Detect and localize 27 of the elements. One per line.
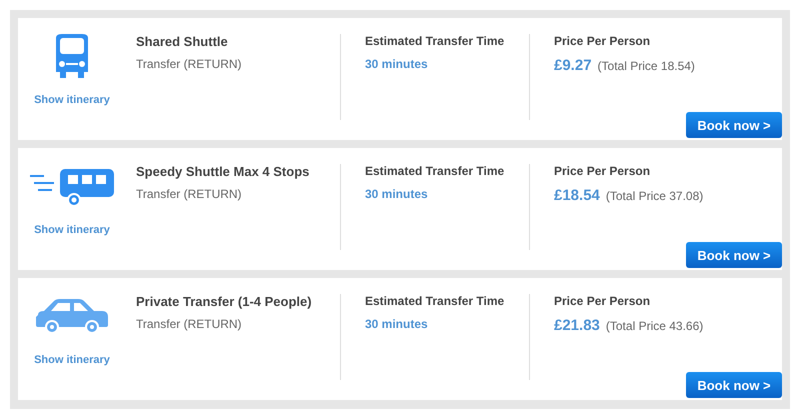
transfer-type: Transfer (RETURN) (136, 187, 243, 201)
price-per-person: £9.27 (554, 57, 592, 74)
book-now-button[interactable]: Book now > (686, 112, 782, 138)
book-now-button[interactable]: Book now > (686, 372, 782, 398)
time-label: Estimated Transfer Time (365, 294, 506, 308)
transfer-time: 30 minutes (365, 187, 429, 201)
transfer-type: Transfer (RETURN) (136, 57, 243, 71)
book-now-button[interactable]: Book now > (686, 242, 782, 268)
show-itinerary-link[interactable]: Show itinerary (34, 354, 110, 366)
price-per-person: £18.54 (554, 187, 600, 204)
price-label: Price Per Person (554, 34, 652, 48)
transfer-time: 30 minutes (365, 317, 429, 331)
transfer-type: Transfer (RETURN) (136, 317, 243, 331)
transfer-time: 30 minutes (365, 57, 429, 71)
transfer-name: Private Transfer (1-4 People) (136, 294, 313, 309)
total-price: (Total Price 37.08) (606, 189, 704, 203)
transfer-name: Speedy Shuttle Max 4 Stops (136, 164, 310, 179)
total-price: (Total Price 18.54) (598, 59, 695, 73)
time-label: Estimated Transfer Time (365, 164, 506, 178)
time-label: Estimated Transfer Time (365, 34, 506, 48)
price-per-person: £21.83 (554, 317, 600, 334)
show-itinerary-link[interactable]: Show itinerary (34, 224, 110, 236)
price-label: Price Per Person (554, 294, 652, 308)
show-itinerary-link[interactable]: Show itinerary (34, 94, 110, 106)
transfer-name: Shared Shuttle (136, 34, 229, 49)
price-label: Price Per Person (554, 164, 652, 178)
total-price: (Total Price 43.66) (606, 319, 704, 333)
